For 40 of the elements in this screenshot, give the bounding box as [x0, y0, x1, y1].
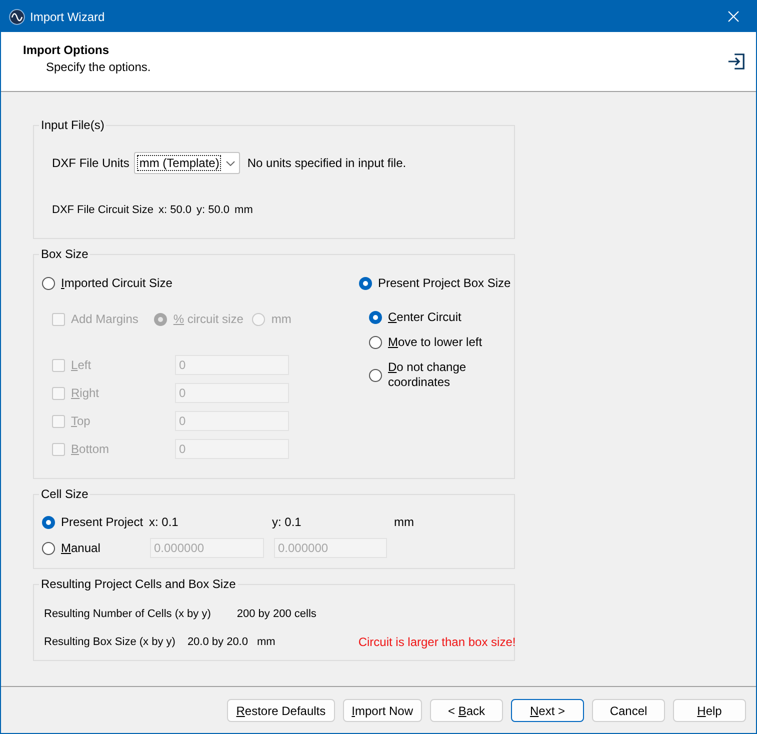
back-button[interactable]: < Back — [430, 699, 503, 722]
box-size-option[interactable]: Present Project Box Size — [359, 275, 511, 291]
group-title: Input File(s) — [40, 118, 106, 132]
circuit-size-y-value: y: 50.0 — [196, 203, 230, 217]
units-dropdown[interactable]: mm (Template) — [134, 152, 240, 174]
group-title: Cell Size — [40, 487, 90, 501]
chevron-down-icon — [226, 160, 236, 166]
units-label: DXF File Units — [52, 156, 130, 170]
unit-label: mm — [234, 203, 253, 217]
box-size-option[interactable]: Imported Circuit Size — [42, 275, 172, 291]
warning-text: Circuit is larger than box size! — [358, 635, 516, 649]
window-title: Import Wizard — [30, 10, 105, 24]
result-label: Resulting Box Size (x by y) — [44, 635, 176, 649]
cell-size-y-value: y: 0.1 — [272, 515, 302, 529]
import-now-button[interactable]: Import Now — [342, 699, 422, 722]
sine-wave-logo-icon — [9, 8, 25, 24]
circuit-size-x-value: x: 50.0 — [158, 203, 192, 217]
placement-option[interactable]: Center Circuit — [369, 310, 462, 325]
cell-size-option[interactable]: Manual — [42, 540, 100, 556]
restore-defaults-button[interactable]: Restore Defaults — [227, 699, 335, 722]
unit-label: mm — [257, 635, 276, 649]
group-title: Box Size — [40, 247, 90, 261]
result-value: 200 by 200 cells — [236, 607, 316, 621]
unit-label: mm — [394, 515, 414, 529]
page-subtitle: Specify the options. — [46, 59, 151, 75]
arrow-into-box-icon — [727, 52, 746, 71]
result-label: Resulting Number of Cells (x by y) — [44, 607, 211, 621]
help-button[interactable]: Help — [673, 699, 746, 722]
page-title: Import Options — [23, 42, 109, 58]
cell-size-option[interactable]: Present Project — [42, 514, 144, 530]
close-icon[interactable] — [728, 11, 738, 22]
result-value: 20.0 by 20.0 — [187, 635, 248, 649]
placement-option[interactable]: Move to lower left — [369, 335, 482, 350]
next-button[interactable]: Next > — [511, 699, 584, 722]
cancel-button[interactable]: Cancel — [592, 699, 665, 722]
cell-size-x-value: x: 0.1 — [149, 515, 178, 529]
group-title: Resulting Project Cells and Box Size — [40, 577, 237, 591]
units-note: No units specified in input file. — [247, 156, 406, 170]
placement-option[interactable]: Do not change coordinates — [369, 360, 498, 390]
circuit-size-label: DXF File Circuit Size — [52, 203, 154, 217]
